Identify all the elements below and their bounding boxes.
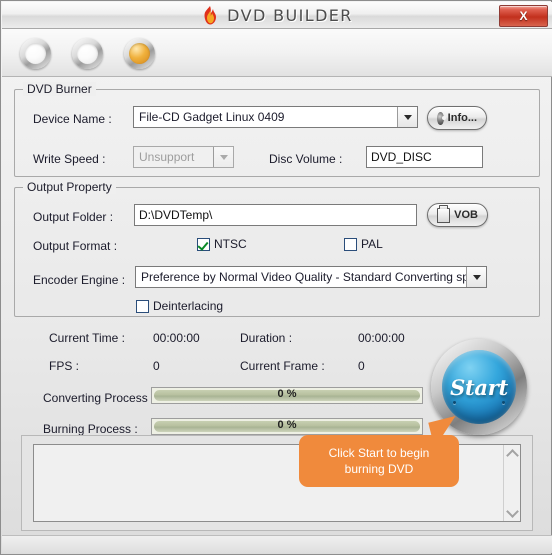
disc-icon <box>437 111 446 125</box>
converting-process-label: Converting Process : <box>43 391 155 405</box>
circle-icon <box>25 43 46 64</box>
circle-icon-active <box>129 43 150 64</box>
disc-volume-input[interactable]: DVD_DISC <box>366 146 483 168</box>
burning-progress-bar: 0 % <box>151 418 423 435</box>
toolbar-button-2[interactable] <box>72 38 103 69</box>
burning-process-label: Burning Process : <box>43 422 138 436</box>
disc-volume-label: Disc Volume : <box>269 152 343 166</box>
circle-icon <box>77 43 98 64</box>
start-dot-left-icon <box>453 401 456 404</box>
encoder-engine-label: Encoder Engine : <box>33 273 126 287</box>
checkbox-deinterlacing[interactable]: Deinterlacing <box>136 299 223 313</box>
output-folder-label: Output Folder : <box>33 210 114 224</box>
duration-value: 00:00:00 <box>358 331 405 345</box>
device-name-value: File-CD Gadget Linux 0409 <box>139 110 285 124</box>
title-group: DVD BUILDER <box>2 2 552 28</box>
write-speed-combo[interactable]: Unsupport <box>133 146 234 168</box>
close-icon: X <box>519 9 528 23</box>
toolbar-button-1[interactable] <box>20 38 51 69</box>
start-button-label: Start <box>450 374 508 400</box>
chevron-down-icon <box>213 147 233 167</box>
output-property-group-title: Output Property <box>23 180 116 194</box>
dvd-burner-group-title: DVD Burner <box>23 82 96 96</box>
current-time-value: 00:00:00 <box>153 331 200 345</box>
folder-icon <box>437 204 451 223</box>
status-bar <box>2 535 552 553</box>
scroll-up-icon[interactable] <box>504 445 521 462</box>
start-tooltip: Click Start to begin burning DVD <box>299 435 459 487</box>
checkbox-deinterlacing-label: Deinterlacing <box>153 299 224 313</box>
write-speed-label: Write Speed : <box>33 152 106 166</box>
encoder-engine-combo[interactable]: Preference by Normal Video Quality - Sta… <box>135 266 487 288</box>
browse-vob-folder-button[interactable]: VOB <box>427 203 488 227</box>
output-folder-input[interactable]: D:\DVDTemp\ <box>134 204 417 226</box>
close-button[interactable]: X <box>499 5 548 27</box>
fps-label: FPS : <box>49 359 80 373</box>
chevron-down-icon[interactable] <box>397 107 417 127</box>
checkbox-pal[interactable]: PAL <box>344 237 383 251</box>
converting-progress-bar: 0 % <box>151 387 423 404</box>
checkbox-deinterlacing-box <box>136 299 149 313</box>
checkbox-pal-label: PAL <box>361 237 383 251</box>
vob-button-label: VOB <box>454 209 478 221</box>
window-title: DVD BUILDER <box>227 5 353 25</box>
converting-progress-text: 0 % <box>277 388 297 400</box>
fps-value: 0 <box>153 359 160 373</box>
encoder-engine-value: Preference by Normal Video Quality - Sta… <box>141 270 466 284</box>
burning-progress-text: 0 % <box>277 419 297 431</box>
checkbox-pal-box <box>344 237 357 251</box>
checkbox-ntsc[interactable]: NTSC <box>197 237 247 251</box>
current-frame-label: Current Frame : <box>240 359 325 373</box>
title-bar: DVD BUILDER X <box>2 2 552 29</box>
scroll-down-icon[interactable] <box>504 504 521 521</box>
current-time-label: Current Time : <box>49 331 126 345</box>
checkbox-ntsc-label: NTSC <box>214 237 247 251</box>
current-frame-value: 0 <box>358 359 365 373</box>
device-name-combo[interactable]: File-CD Gadget Linux 0409 <box>133 106 418 128</box>
start-dot-right-icon <box>502 401 505 404</box>
output-format-label: Output Format : <box>33 239 118 253</box>
app-window: DVD BUILDER X DVD Burner Device Name : F… <box>0 0 552 555</box>
duration-label: Duration : <box>240 331 293 345</box>
flame-icon <box>204 5 217 24</box>
start-button-face: Start <box>442 350 516 424</box>
toolbar-button-3[interactable] <box>124 38 155 69</box>
device-name-label: Device Name : <box>33 112 112 126</box>
info-button-label: Info... <box>447 112 477 124</box>
info-button[interactable]: Info... <box>427 106 487 130</box>
log-scrollbar[interactable] <box>503 445 520 521</box>
checkbox-ntsc-box <box>197 237 210 251</box>
toolbar <box>2 29 552 77</box>
chevron-down-icon[interactable] <box>466 267 486 287</box>
write-speed-value: Unsupport <box>139 150 195 164</box>
